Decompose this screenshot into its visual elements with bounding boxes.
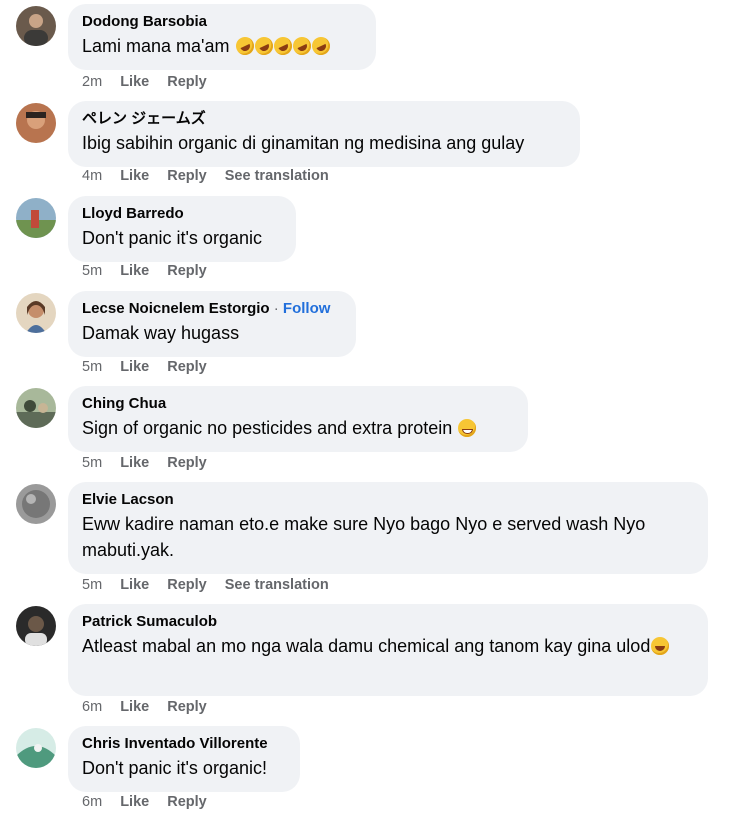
avatar[interactable] — [16, 484, 56, 524]
comment-actions: 5m Like Reply See translation — [82, 577, 343, 593]
reply-button[interactable]: Reply — [167, 577, 207, 593]
comment-actions: 6m Like Reply — [82, 794, 221, 810]
like-button[interactable]: Like — [120, 74, 149, 90]
comment-time[interactable]: 5m — [82, 359, 102, 375]
see-translation-link[interactable]: See translation — [225, 577, 329, 593]
comment-text: Sign of organic no pesticides and extra … — [82, 415, 514, 441]
like-button[interactable]: Like — [120, 699, 149, 715]
comment-time[interactable]: 2m — [82, 74, 102, 90]
comment-bubble: Patrick Sumaculob Atleast mabal an mo ng… — [68, 604, 708, 696]
comment-actions: 4m Like Reply See translation — [82, 168, 343, 184]
comment-text: Lami mana ma'am — [82, 33, 362, 59]
comment-author[interactable]: Patrick Sumaculob — [82, 612, 694, 631]
grinning-face-icon — [458, 419, 477, 437]
reply-button[interactable]: Reply — [167, 263, 207, 279]
comment-bubble: Ching Chua Sign of organic no pesticides… — [68, 386, 528, 452]
like-button[interactable]: Like — [120, 794, 149, 810]
comment-actions: 2m Like Reply — [82, 74, 221, 90]
comment-bubble: ペレン ジェームズ Ibig sabihin organic di ginami… — [68, 101, 580, 167]
comment-author-name[interactable]: Lecse Noicnelem Estorgio — [82, 300, 270, 317]
comment-time[interactable]: 4m — [82, 168, 102, 184]
reply-button[interactable]: Reply — [167, 74, 207, 90]
face-with-tongue-icon — [651, 637, 670, 655]
comment-bubble: Dodong Barsobia Lami mana ma'am — [68, 4, 376, 70]
reply-button[interactable]: Reply — [167, 359, 207, 375]
comment-time[interactable]: 5m — [82, 455, 102, 471]
comment-author[interactable]: Lloyd Barredo — [82, 204, 282, 223]
comment-time[interactable]: 6m — [82, 699, 102, 715]
avatar[interactable] — [16, 728, 56, 768]
reply-button[interactable]: Reply — [167, 455, 207, 471]
comment-author[interactable]: Ching Chua — [82, 394, 514, 413]
comment-text: Damak way hugass — [82, 323, 240, 343]
like-button[interactable]: Like — [120, 263, 149, 279]
comment-bubble: Lecse Noicnelem Estorgio · Follow Damak … — [68, 291, 356, 357]
comment-bubble: Chris Inventado Villorente Don't panic i… — [68, 726, 300, 792]
comment-bubble: Lloyd Barredo Don't panic it's organic — [68, 196, 296, 262]
reply-button[interactable]: Reply — [167, 699, 207, 715]
avatar[interactable] — [16, 606, 56, 646]
comment-text: Don't panic it's organic! — [82, 758, 267, 778]
separator-dot: · — [273, 300, 279, 317]
reply-button[interactable]: Reply — [167, 168, 207, 184]
comment-actions: 5m Like Reply — [82, 263, 221, 279]
avatar[interactable] — [16, 388, 56, 428]
like-button[interactable]: Like — [120, 577, 149, 593]
avatar[interactable] — [16, 6, 56, 46]
comment-text: Ibig sabihin organic di ginamitan ng med… — [82, 133, 525, 153]
comment-author[interactable]: Chris Inventado Villorente — [82, 734, 286, 753]
comment-bubble: Elvie Lacson Eww kadire naman eto.e make… — [68, 482, 708, 574]
like-button[interactable]: Like — [120, 168, 149, 184]
comment-author[interactable]: ペレン ジェームズ — [82, 109, 566, 128]
reply-button[interactable]: Reply — [167, 794, 207, 810]
comment-author[interactable]: Dodong Barsobia — [82, 12, 362, 31]
comment-author: Lecse Noicnelem Estorgio · Follow — [82, 299, 342, 318]
like-button[interactable]: Like — [120, 359, 149, 375]
comment-text: Eww kadire naman eto.e make sure Nyo bag… — [82, 514, 646, 560]
comment-author[interactable]: Elvie Lacson — [82, 490, 694, 509]
comment-text: Don't panic it's organic — [82, 228, 262, 248]
follow-button[interactable]: Follow — [283, 300, 331, 317]
comment-text: Atleast mabal an mo nga wala damu chemic… — [82, 633, 694, 659]
see-translation-link[interactable]: See translation — [225, 168, 329, 184]
avatar[interactable] — [16, 293, 56, 333]
rolling-on-floor-laughing-icon — [232, 34, 333, 58]
comment-actions: 6m Like Reply — [82, 699, 221, 715]
comment-time[interactable]: 5m — [82, 577, 102, 593]
avatar[interactable] — [16, 103, 56, 143]
comment-actions: 5m Like Reply — [82, 455, 221, 471]
like-button[interactable]: Like — [120, 455, 149, 471]
comment-actions: 5m Like Reply — [82, 359, 221, 375]
avatar[interactable] — [16, 198, 56, 238]
comment-time[interactable]: 6m — [82, 794, 102, 810]
comment-time[interactable]: 5m — [82, 263, 102, 279]
